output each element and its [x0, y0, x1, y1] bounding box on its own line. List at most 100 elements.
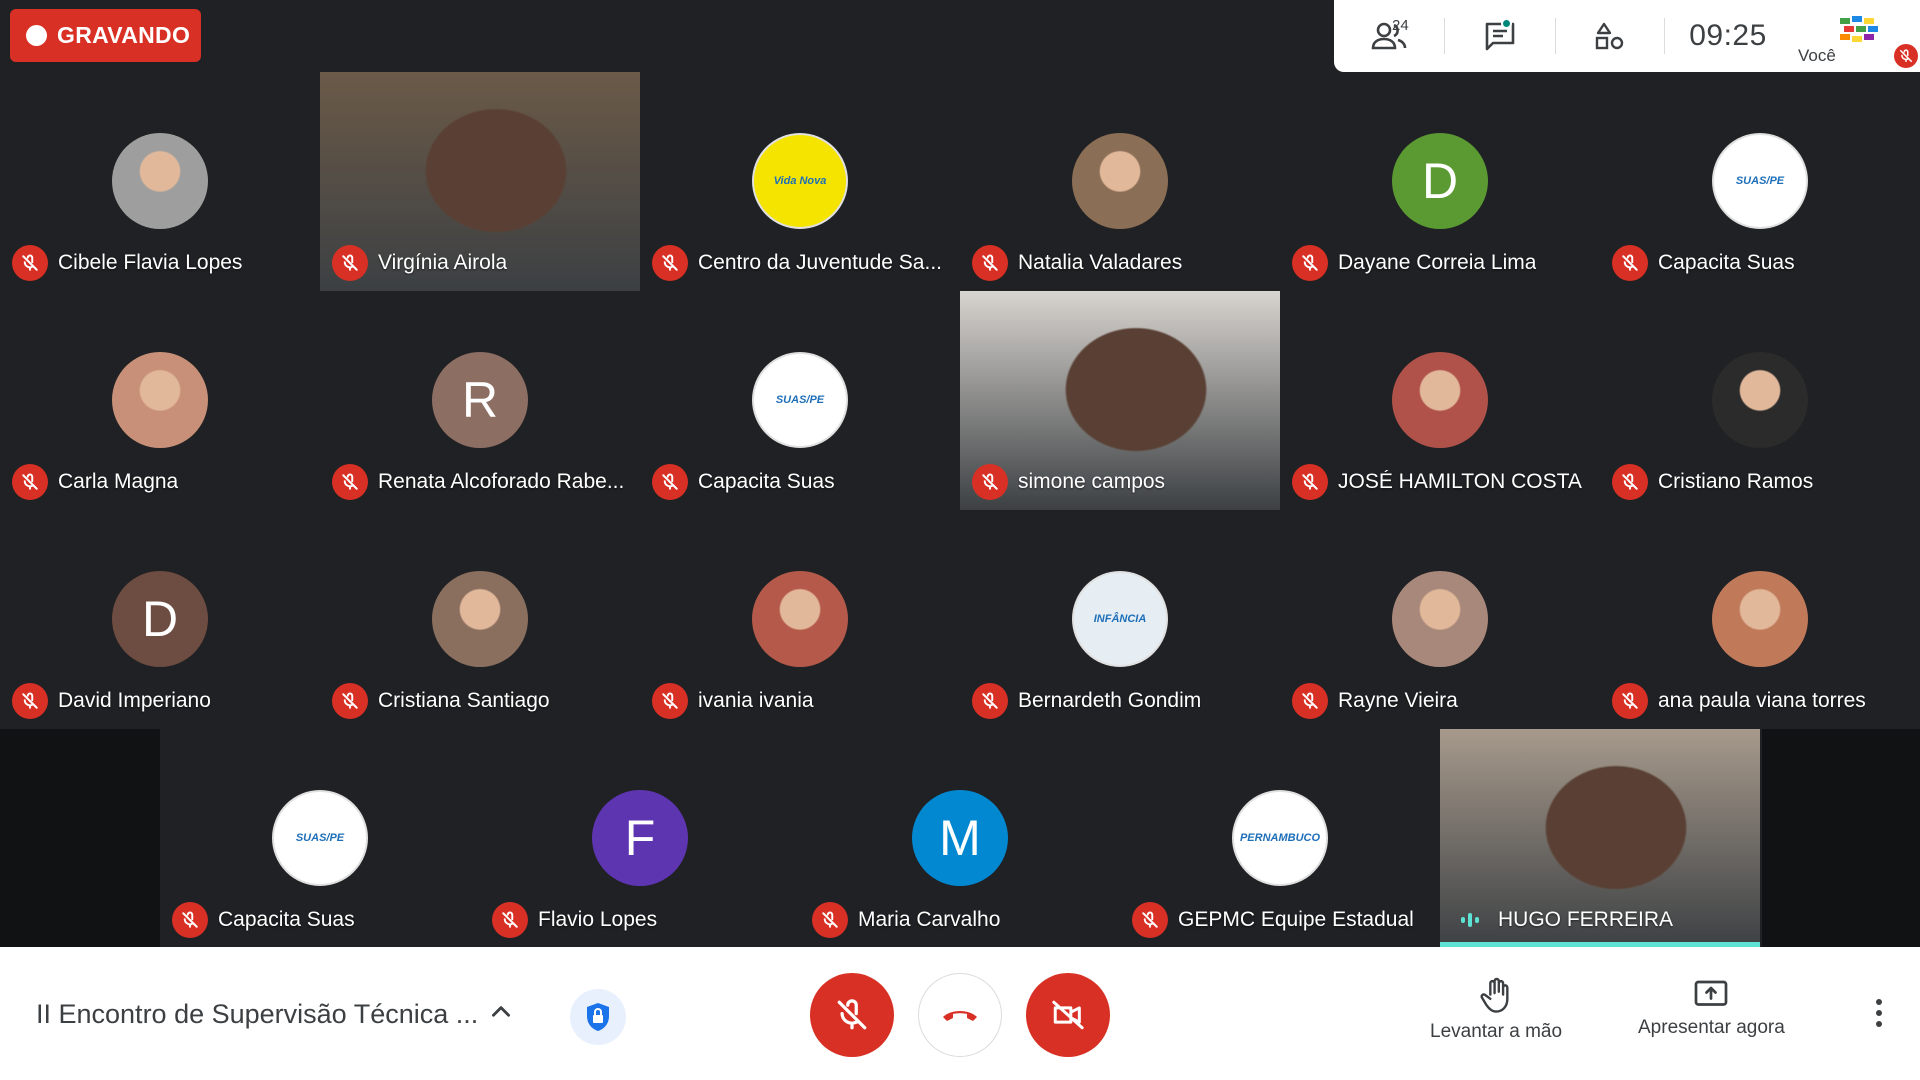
participant-tile[interactable]: ivania ivania	[640, 510, 960, 729]
self-label: Você	[1798, 46, 1836, 65]
avatar-initial: D	[141, 591, 179, 647]
logo-avatar: PERNAMBUCO	[1232, 790, 1328, 886]
participant-name-row: Rayne Vieira	[1292, 683, 1458, 719]
participant-name-row: Cristiana Santiago	[332, 683, 550, 719]
participant-name-row: Capacita Suas	[652, 464, 835, 500]
microphone-toggle-button[interactable]	[810, 973, 894, 1057]
participant-name-row: Capacita Suas	[172, 902, 355, 938]
participants-grid: Cibele Flavia Lopes Virgínia Airola Vida N…	[0, 72, 1920, 948]
participant-tile[interactable]: D David Imperiano	[0, 510, 320, 729]
participant-tile[interactable]: Rayne Vieira	[1280, 510, 1600, 729]
participant-tile[interactable]: Cristiana Santiago	[320, 510, 640, 729]
participant-name: Bernardeth Gondim	[1018, 689, 1202, 712]
participant-tile[interactable]: PERNAMBUCO GEPMC Equipe Estadual	[1120, 729, 1440, 948]
meeting-title[interactable]: II Encontro de Supervisão Técnica ...	[36, 999, 478, 1030]
mic-off-icon	[1612, 464, 1648, 500]
logo-text: PERNAMBUCO	[1239, 832, 1321, 844]
mic-off-icon	[652, 245, 688, 281]
participant-tile[interactable]: R Renata Alcoforado Rabe...	[320, 291, 640, 510]
photo-avatar	[1712, 352, 1808, 448]
participant-tile[interactable]: INFÂNCIA Bernardeth Gondim	[960, 510, 1280, 729]
participant-name-row: Renata Alcoforado Rabe...	[332, 464, 624, 500]
mic-off-icon	[332, 464, 368, 500]
participant-tile[interactable]: simone campos	[960, 291, 1280, 510]
recording-dot-icon	[26, 25, 47, 46]
activities-button[interactable]	[1556, 0, 1664, 72]
camera-off-icon	[1052, 1000, 1084, 1030]
participant-name-row: ana paula viana torres	[1612, 683, 1866, 719]
leave-call-button[interactable]	[918, 973, 1002, 1057]
meeting-info-bar: 24 09:25 Você	[1334, 0, 1920, 72]
logo-text: SUAS/PE	[775, 394, 825, 406]
participant-name-row: JOSÉ HAMILTON COSTA	[1292, 464, 1582, 500]
participant-tile[interactable]: SUAS/PE Capacita Suas	[160, 729, 480, 948]
participant-tile[interactable]: HUGO FERREIRA	[1440, 729, 1760, 948]
participant-name: Maria Carvalho	[858, 908, 1001, 931]
logo-avatar: SUAS/PE	[752, 352, 848, 448]
recording-label: GRAVANDO	[57, 22, 191, 48]
participant-tile[interactable]: D Dayane Correia Lima	[1280, 72, 1600, 291]
present-now-button[interactable]: Apresentar agora	[1638, 977, 1785, 1039]
participant-tile[interactable]: Virgínia Airola	[320, 72, 640, 291]
mic-off-icon	[1612, 683, 1648, 719]
mic-off-icon	[12, 245, 48, 281]
camera-toggle-button[interactable]	[1026, 973, 1110, 1057]
participant-tile[interactable]: M Maria Carvalho	[800, 729, 1120, 948]
participants-button[interactable]: 24	[1334, 0, 1444, 72]
participant-tile[interactable]: Cristiano Ramos	[1600, 291, 1920, 510]
self-view-tile[interactable]: Você	[1790, 0, 1920, 72]
participant-name: ivania ivania	[698, 689, 814, 712]
participant-tile[interactable]: F Flavio Lopes	[480, 729, 800, 948]
present-now-label: Apresentar agora	[1638, 1017, 1785, 1038]
participant-tile[interactable]: ana paula viana torres	[1600, 510, 1920, 729]
participant-name: Cristiana Santiago	[378, 689, 550, 712]
mic-off-icon	[1292, 464, 1328, 500]
photo-avatar	[112, 133, 208, 229]
participant-tile[interactable]: JOSÉ HAMILTON COSTA	[1280, 291, 1600, 510]
grid-filler	[0, 729, 161, 947]
participant-tile[interactable]: SUAS/PE Capacita Suas	[640, 291, 960, 510]
hand-icon	[1480, 977, 1509, 1013]
shield-lock-icon	[587, 1003, 609, 1031]
participant-name-row: Capacita Suas	[1612, 245, 1795, 281]
raise-hand-button[interactable]: Levantar a mão	[1430, 977, 1562, 1043]
participant-tile[interactable]: SUAS/PE Capacita Suas	[1600, 72, 1920, 291]
logo-avatar: SUAS/PE	[1712, 133, 1808, 229]
participant-name: Rayne Vieira	[1338, 689, 1458, 712]
mic-off-icon	[1292, 245, 1328, 281]
participant-name: ana paula viana torres	[1658, 689, 1866, 712]
mic-off-icon	[837, 999, 867, 1030]
logo-avatar: SUAS/PE	[272, 790, 368, 886]
participant-name: HUGO FERREIRA	[1498, 908, 1674, 931]
participant-name: Renata Alcoforado Rabe...	[378, 470, 625, 493]
participants-count: 24	[1392, 17, 1409, 34]
participant-tile[interactable]: Carla Magna	[0, 291, 320, 510]
logo-text: SUAS/PE	[295, 832, 345, 844]
recording-badge: GRAVANDO	[10, 9, 201, 62]
initial-avatar: F	[592, 790, 688, 886]
photo-avatar	[752, 571, 848, 667]
participant-name: Cibele Flavia Lopes	[58, 251, 243, 274]
participant-name-row: GEPMC Equipe Estadual	[1132, 902, 1414, 938]
participant-name: Centro da Juventude Sa...	[698, 251, 942, 274]
chat-button[interactable]	[1445, 0, 1555, 72]
mic-off-icon	[1894, 44, 1918, 68]
initial-avatar: D	[112, 571, 208, 667]
photo-avatar	[1392, 571, 1488, 667]
photo-avatar	[432, 571, 528, 667]
participant-name-row: Centro da Juventude Sa...	[652, 245, 942, 281]
mic-off-icon	[652, 683, 688, 719]
host-controls-button[interactable]	[570, 989, 626, 1045]
participant-name: Natalia Valadares	[1018, 251, 1183, 274]
mic-off-icon	[172, 902, 208, 938]
initial-avatar: M	[912, 790, 1008, 886]
participant-name: Virgínia Airola	[378, 251, 508, 274]
participant-name: Capacita Suas	[698, 470, 835, 493]
more-options-icon[interactable]	[1874, 997, 1884, 1034]
participant-tile[interactable]: Vida Nova Centro da Juventude Sa...	[640, 72, 960, 291]
raise-hand-label: Levantar a mão	[1430, 1021, 1563, 1042]
participant-tile[interactable]: Natalia Valadares	[960, 72, 1280, 291]
participant-tile[interactable]: Cibele Flavia Lopes	[0, 72, 320, 291]
mic-off-icon	[812, 902, 848, 938]
chevron-up-icon[interactable]	[488, 999, 514, 1030]
